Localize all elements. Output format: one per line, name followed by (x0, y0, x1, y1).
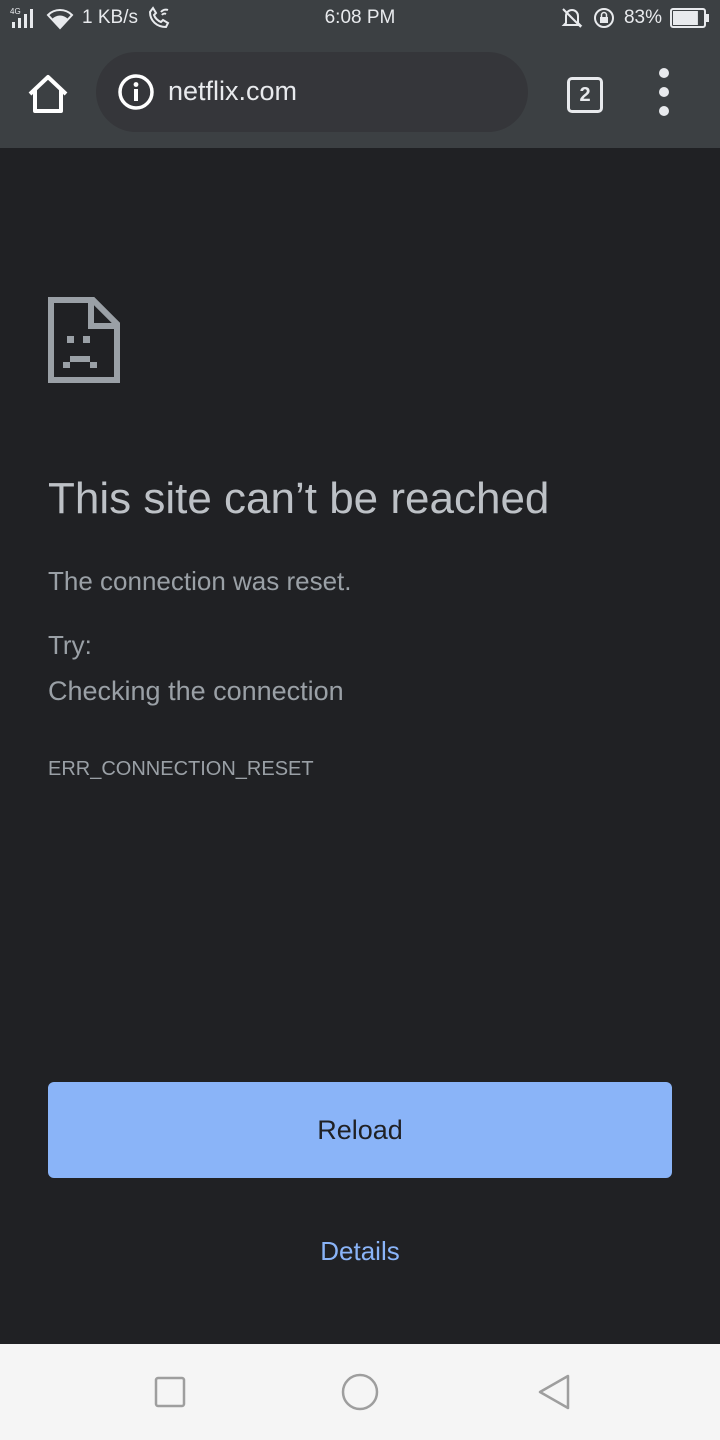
status-right-group: 83% (560, 6, 710, 30)
battery-percent: 83% (623, 7, 662, 28)
error-code: ERR_CONNECTION_RESET (48, 758, 314, 780)
triangle-back-icon (538, 1374, 570, 1410)
battery-icon (670, 7, 710, 29)
back-button[interactable] (534, 1372, 574, 1412)
suggestion-item: Checking the connection (48, 676, 344, 706)
overflow-menu-button[interactable] (648, 68, 680, 118)
bell-muted-icon (560, 6, 584, 30)
phone-screen: 4G 1 KB/s 6:08 PM 83% netflix.com 2 This… (0, 0, 720, 1440)
try-label: Try: (48, 630, 92, 660)
reload-button[interactable]: Reload (48, 1082, 672, 1178)
home-nav-button[interactable] (340, 1372, 380, 1412)
square-icon (154, 1376, 186, 1408)
tab-switcher-button[interactable]: 2 (560, 72, 608, 116)
browser-toolbar: netflix.com 2 (0, 38, 720, 148)
circle-icon (341, 1373, 379, 1411)
home-icon (28, 75, 68, 113)
recents-button[interactable] (150, 1372, 190, 1412)
rotation-lock-icon (592, 6, 616, 30)
tab-switcher-icon: 2 (567, 77, 603, 113)
address-bar[interactable]: netflix.com (96, 52, 528, 132)
details-link[interactable]: Details (0, 1236, 720, 1267)
site-info-button[interactable] (116, 72, 156, 112)
url-text[interactable]: netflix.com (168, 76, 297, 107)
sad-page-icon (47, 296, 121, 384)
info-icon (118, 74, 154, 110)
error-description: The connection was reset. (48, 566, 352, 596)
tab-count: 2 (579, 84, 591, 106)
navigation-bar (0, 1344, 720, 1440)
status-bar: 4G 1 KB/s 6:08 PM 83% (0, 0, 720, 38)
home-button[interactable] (24, 70, 72, 118)
error-title: This site can’t be reached (48, 474, 550, 523)
